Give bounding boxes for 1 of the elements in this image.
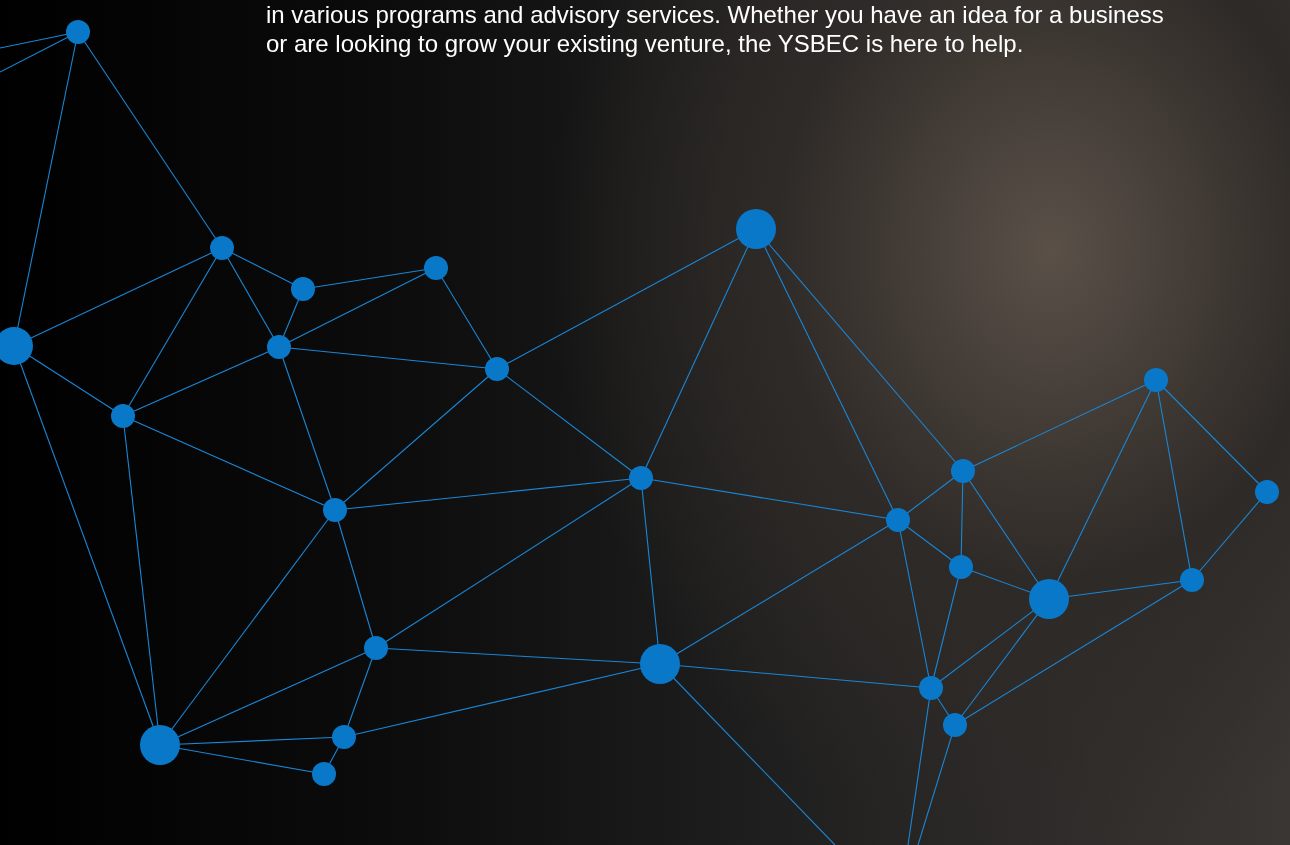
intro-paragraph: in various programs and advisory services. Whether you have an idea for a business or are looking to grow your existing venture, the YSBEC is here to help. [266,0,1164,58]
